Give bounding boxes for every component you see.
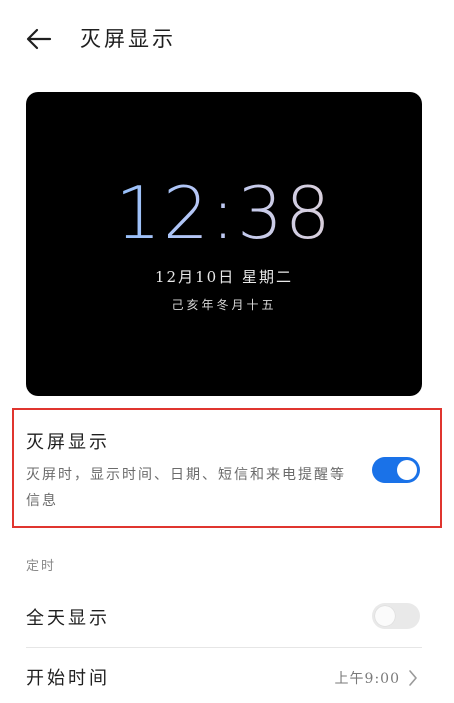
chevron-right-icon[interactable]	[406, 668, 420, 688]
row-divider	[26, 647, 422, 648]
back-button[interactable]	[22, 22, 56, 56]
top-app-bar: 灭屏显示	[0, 0, 454, 76]
start-time-label[interactable]: 开始时间	[26, 664, 110, 690]
start-time-value[interactable]: 上午9:00	[335, 668, 400, 688]
preview-date: 12月10日 星期二	[155, 268, 293, 286]
all-day-toggle-switch[interactable]	[372, 603, 420, 629]
schedule-section-label: 定时	[26, 559, 57, 574]
aod-setting-title: 灭屏显示	[26, 432, 110, 453]
aod-toggle-switch[interactable]	[372, 457, 420, 483]
preview-lunar-date: 己亥年冬月十五	[171, 298, 277, 312]
toggle-knob	[375, 606, 395, 626]
arrow-left-icon	[26, 28, 52, 50]
all-day-display-label[interactable]: 全天显示	[26, 604, 110, 630]
preview-clock: 12:38	[26, 172, 422, 254]
aod-preview: 12:38 12月10日 星期二 己亥年冬月十五	[26, 92, 422, 396]
toggle-knob	[397, 460, 417, 480]
aod-setting-description: 灭屏时，显示时间、日期、短信和来电提醒等信息	[26, 467, 346, 509]
page-title: 灭屏显示	[80, 27, 176, 51]
